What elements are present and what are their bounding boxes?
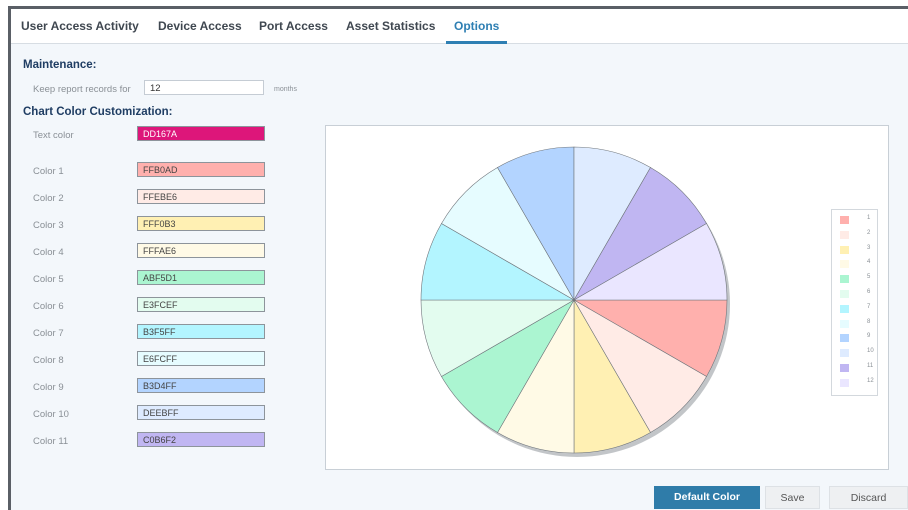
legend-swatch bbox=[840, 290, 849, 298]
legend-swatch bbox=[840, 334, 849, 343]
legend-swatch bbox=[840, 260, 849, 269]
legend-item: 3 bbox=[837, 244, 875, 257]
legend-item: 5 bbox=[837, 273, 875, 286]
legend-item: 1 bbox=[837, 214, 875, 227]
tab-options[interactable]: Options bbox=[445, 9, 508, 44]
chart-color-title: Chart Color Customization: bbox=[23, 106, 173, 118]
legend-swatch bbox=[840, 364, 849, 372]
legend-label: 5 bbox=[867, 274, 871, 281]
text-color-label: Text color bbox=[33, 130, 74, 141]
color-label: Color 2 bbox=[33, 193, 64, 204]
legend-swatch bbox=[840, 230, 849, 239]
legend-label: 8 bbox=[867, 318, 871, 325]
legend-item: 2 bbox=[837, 229, 875, 242]
chart-legend: 1 2 3 4 5 6 7 8 9 10 11 12 bbox=[831, 209, 878, 396]
legend-swatch bbox=[840, 378, 849, 387]
discard-button[interactable]: Discard bbox=[829, 486, 908, 509]
color-label: Color 8 bbox=[33, 355, 64, 366]
legend-label: 11 bbox=[867, 363, 874, 369]
legend-item: 9 bbox=[837, 332, 875, 345]
color-swatch[interactable]: E6FCFF bbox=[137, 351, 265, 366]
legend-label: 1 bbox=[867, 215, 871, 221]
legend-label: 3 bbox=[867, 244, 871, 251]
legend-label: 10 bbox=[867, 348, 874, 355]
color-swatch[interactable]: E3FCEF bbox=[137, 297, 265, 312]
color-swatch[interactable]: FFFAE6 bbox=[137, 243, 265, 258]
legend-swatch bbox=[840, 304, 849, 313]
save-button[interactable]: Save bbox=[765, 486, 820, 509]
color-label: Color 5 bbox=[33, 274, 64, 285]
keep-records-input[interactable]: 12 bbox=[144, 80, 264, 95]
legend-label: 7 bbox=[867, 303, 871, 310]
legend-swatch bbox=[840, 319, 849, 328]
color-swatch[interactable]: ABF5D1 bbox=[137, 270, 265, 285]
legend-item: 11 bbox=[837, 362, 875, 375]
pie-chart-area bbox=[325, 125, 889, 470]
legend-item: 12 bbox=[837, 377, 875, 390]
legend-label: 9 bbox=[867, 333, 871, 340]
color-label: Color 6 bbox=[33, 301, 64, 312]
legend-item: 10 bbox=[837, 347, 875, 360]
legend-swatch bbox=[840, 245, 849, 254]
legend-swatch bbox=[840, 349, 849, 358]
color-label: Color 9 bbox=[33, 382, 64, 393]
legend-label: 4 bbox=[867, 259, 871, 266]
tab-user-access-activity[interactable]: User Access Activity bbox=[21, 9, 139, 43]
color-swatch[interactable]: B3F5FF bbox=[137, 324, 265, 339]
color-label: Color 1 bbox=[33, 166, 64, 177]
tab-bar: User Access Activity Device Access Port … bbox=[11, 9, 908, 44]
legend-label: 6 bbox=[867, 289, 871, 295]
keep-records-label: Keep report records for bbox=[33, 84, 131, 95]
legend-label: 2 bbox=[867, 229, 871, 236]
color-label: Color 3 bbox=[33, 220, 64, 231]
tab-asset-statistics[interactable]: Asset Statistics bbox=[346, 9, 435, 43]
legend-item: 7 bbox=[837, 303, 875, 316]
maintenance-title: Maintenance: bbox=[23, 59, 97, 71]
legend-item: 8 bbox=[837, 318, 875, 331]
legend-item: 6 bbox=[837, 288, 875, 301]
color-swatch[interactable]: FFEBE6 bbox=[137, 189, 265, 204]
color-label: Color 4 bbox=[33, 247, 64, 258]
pie-chart bbox=[420, 146, 730, 457]
legend-swatch bbox=[840, 275, 849, 284]
legend-label: 12 bbox=[867, 377, 874, 384]
tab-port-access[interactable]: Port Access bbox=[259, 9, 328, 43]
legend-swatch bbox=[840, 216, 849, 224]
color-swatch[interactable]: FFF0B3 bbox=[137, 216, 265, 231]
text-color-swatch[interactable]: DD167A bbox=[137, 126, 265, 141]
color-swatch[interactable]: C0B6F2 bbox=[137, 432, 265, 447]
color-label: Color 11 bbox=[33, 436, 69, 447]
legend-item: 4 bbox=[837, 258, 875, 271]
color-label: Color 10 bbox=[33, 409, 69, 420]
default-color-button[interactable]: Default Color bbox=[654, 486, 760, 509]
color-swatch[interactable]: B3D4FF bbox=[137, 378, 265, 393]
color-label: Color 7 bbox=[33, 328, 64, 339]
color-swatch[interactable]: DEEBFF bbox=[137, 405, 265, 420]
keep-records-unit: months bbox=[274, 86, 297, 93]
color-swatch[interactable]: FFB0AD bbox=[137, 162, 265, 177]
tab-device-access[interactable]: Device Access bbox=[158, 9, 242, 43]
